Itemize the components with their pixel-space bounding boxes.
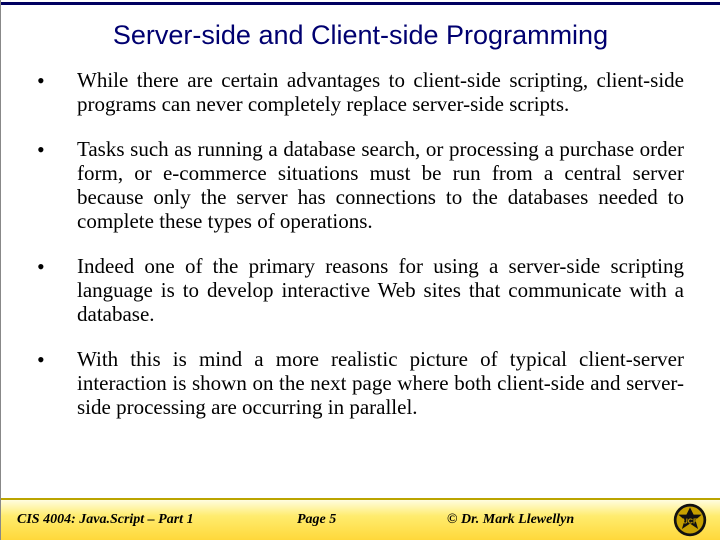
ucf-logo-icon: UCF xyxy=(672,502,708,538)
bullet-icon: • xyxy=(37,255,77,279)
slide-title: Server-side and Client-side Programming xyxy=(1,0,720,59)
bullet-text: Indeed one of the primary reasons for us… xyxy=(77,255,684,326)
bullet-item: • Indeed one of the primary reasons for … xyxy=(37,255,684,326)
bullet-item: • With this is mind a more realistic pic… xyxy=(37,348,684,419)
bullet-text: Tasks such as running a database search,… xyxy=(77,138,684,233)
bullet-icon: • xyxy=(37,69,77,93)
slide: Server-side and Client-side Programming … xyxy=(0,0,720,540)
slide-footer: CIS 4004: Java.Script – Part 1 Page 5 © … xyxy=(1,498,720,540)
footer-page: Page 5 xyxy=(297,512,447,528)
footer-copyright: © Dr. Mark Llewellyn xyxy=(447,512,672,528)
footer-course: CIS 4004: Java.Script – Part 1 xyxy=(17,512,297,528)
top-rule xyxy=(1,2,720,5)
bullet-icon: • xyxy=(37,138,77,162)
bullet-text: While there are certain advantages to cl… xyxy=(77,69,684,116)
svg-text:UCF: UCF xyxy=(683,517,698,526)
bullet-icon: • xyxy=(37,348,77,372)
bullet-item: • While there are certain advantages to … xyxy=(37,69,684,116)
bullet-item: • Tasks such as running a database searc… xyxy=(37,138,684,233)
bullet-text: With this is mind a more realistic pictu… xyxy=(77,348,684,419)
slide-content: • While there are certain advantages to … xyxy=(1,59,720,420)
